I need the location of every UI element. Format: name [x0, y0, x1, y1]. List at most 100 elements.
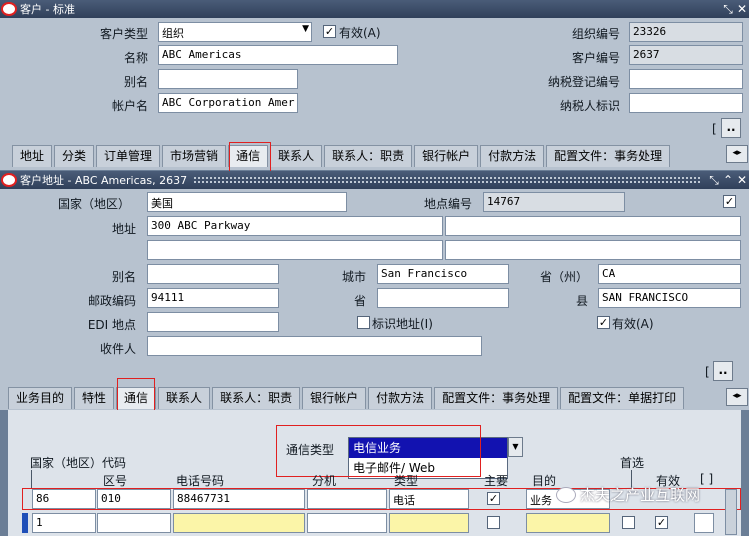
customer-window-titlebar[interactable]: 客户 - 标准 ⤡ ✕: [0, 0, 749, 18]
row2-purpose[interactable]: [526, 513, 610, 533]
close-icon-2[interactable]: ✕: [735, 173, 749, 187]
edi-label: EDI 地点: [87, 318, 136, 332]
org-number-field[interactable]: 23326: [629, 22, 743, 42]
tab-characteristics[interactable]: 特性: [74, 387, 115, 409]
tab-bank-accounts[interactable]: 银行帐户: [414, 145, 479, 167]
window-title: 客户 - 标准: [20, 3, 75, 16]
row2-phone[interactable]: [173, 513, 305, 533]
row2-preferred-checkbox[interactable]: [622, 516, 635, 529]
address-label: 地址: [111, 222, 136, 236]
row2-current-indicator: [22, 513, 28, 533]
row2-primary-checkbox[interactable]: [487, 516, 500, 529]
account-name-field[interactable]: ABC Corporation Amer: [158, 93, 298, 113]
postal-field[interactable]: 94111: [147, 288, 279, 308]
country-label: 国家（地区）: [57, 197, 130, 211]
tab-marketing[interactable]: 市场营销: [162, 145, 227, 167]
row2-active-checkbox[interactable]: ✓: [655, 516, 668, 529]
state-label: 省: [353, 294, 366, 308]
tab-address[interactable]: 地址: [12, 145, 53, 167]
watermark: 杰夫之产业互联网: [556, 484, 700, 505]
tab-payment-methods[interactable]: 付款方法: [480, 145, 545, 167]
province-label: 省（州）: [539, 270, 588, 284]
row2-country-code[interactable]: 1: [32, 513, 96, 533]
more-button-2[interactable]: ..: [713, 361, 733, 381]
tab-business-purpose[interactable]: 业务目的: [8, 387, 73, 409]
bracket-left-2: [: [705, 365, 710, 379]
tab-contact-roles-2[interactable]: 联系人：职责: [212, 387, 301, 409]
country-field[interactable]: 美国: [147, 192, 347, 212]
restore-icon[interactable]: ⤡: [721, 2, 735, 17]
vertical-scrollbar[interactable]: [725, 489, 737, 535]
wechat-icon: [556, 486, 576, 503]
tab-contact-roles[interactable]: 联系人：职责: [324, 145, 413, 167]
tab-profile-transactions-2[interactable]: 配置文件：事务处理: [434, 387, 559, 409]
tab-profile-document-print[interactable]: 配置文件：单据打印: [560, 387, 685, 409]
collapse-icon[interactable]: ⌃: [721, 173, 735, 187]
customer-type-value: 组织: [162, 27, 184, 40]
address-window-titlebar[interactable]: 客户地址 - ABC Americas, 2637 ⤡ ⌃ ✕: [0, 171, 749, 189]
chevron-down-icon[interactable]: ▼: [302, 24, 309, 34]
tab-classification[interactable]: 分类: [54, 145, 95, 167]
tab-contacts[interactable]: 联系人: [270, 145, 323, 167]
address-line2-field[interactable]: [445, 216, 741, 236]
customer-type-select[interactable]: 组织 ▼: [158, 22, 312, 42]
restore-icon-2[interactable]: ⤡: [707, 173, 721, 188]
titlebar-grip: [193, 176, 701, 184]
comm-type-chevron-icon[interactable]: ▼: [508, 437, 523, 457]
tab-contacts-2[interactable]: 联系人: [158, 387, 211, 409]
city-field[interactable]: San Francisco: [377, 264, 509, 284]
tab-scroll-icon-2[interactable]: ◂▸: [726, 388, 748, 406]
account-name-label: 帐户名: [111, 99, 148, 113]
col-phone: 电话号码: [176, 474, 225, 488]
recipient-field[interactable]: [147, 336, 482, 356]
active-checkbox[interactable]: ✓: [323, 25, 336, 38]
col-primary: 主要: [484, 474, 509, 488]
province-field[interactable]: CA: [598, 264, 741, 284]
taxpayer-id-label: 纳税人标识: [559, 99, 620, 113]
county-label: 县: [575, 294, 588, 308]
customer-number-field[interactable]: 2637: [629, 45, 743, 65]
alias-field[interactable]: [158, 69, 298, 89]
tab-order-management[interactable]: 订单管理: [96, 145, 161, 167]
watermark-text: 杰夫之产业互联网: [580, 486, 701, 504]
tab-bank-accounts-2[interactable]: 银行帐户: [302, 387, 367, 409]
county-field[interactable]: SAN FRANCISCO: [598, 288, 741, 308]
site-number-field[interactable]: 14767: [483, 192, 625, 212]
bracket-left: [: [712, 122, 717, 136]
name-field[interactable]: ABC Americas: [158, 45, 398, 65]
close-icon[interactable]: ✕: [735, 2, 749, 16]
address-active-label: 有效(A): [612, 317, 654, 331]
address-line4-field[interactable]: [445, 240, 741, 260]
row2-area-code[interactable]: [97, 513, 171, 533]
taxpayer-id-field[interactable]: [629, 93, 743, 113]
state-field[interactable]: [377, 288, 509, 308]
tab-scroll-icon[interactable]: ◂▸: [726, 145, 748, 163]
address-tabs: 业务目的 特性 通信 联系人 联系人：职责 银行帐户 付款方法 配置文件：事务处…: [8, 387, 686, 409]
more-button[interactable]: ..: [721, 118, 741, 138]
row2-extra-field[interactable]: [694, 513, 714, 533]
identify-address-checkbox[interactable]: [357, 316, 370, 329]
col-purpose: 目的: [532, 474, 557, 488]
col-bracket: [ ]: [700, 472, 714, 486]
header-divider-left: [31, 470, 32, 488]
tab-payment-methods-2[interactable]: 付款方法: [368, 387, 433, 409]
col-ext: 分机: [312, 474, 337, 488]
row2-ext[interactable]: [307, 513, 387, 533]
address-window-title: 客户地址 - ABC Americas, 2637: [20, 174, 188, 187]
tax-reg-field[interactable]: [629, 69, 743, 89]
site-checkbox[interactable]: ✓: [723, 195, 736, 208]
col-country-code: 国家（地区）代码: [30, 456, 127, 470]
alias-field-2[interactable]: [147, 264, 279, 284]
edi-field[interactable]: [147, 312, 279, 332]
customer-tabs: 地址 分类 订单管理 市场营销 通信 联系人 联系人：职责 银行帐户 付款方法 …: [12, 145, 672, 167]
org-number-label: 组织编号: [571, 27, 620, 41]
address-active-checkbox[interactable]: ✓: [597, 316, 610, 329]
customer-type-label: 客户类型: [99, 27, 148, 41]
alias-label-2: 别名: [111, 270, 136, 284]
tax-reg-label: 纳税登记编号: [547, 75, 620, 89]
tab-profile-transactions[interactable]: 配置文件：事务处理: [546, 145, 671, 167]
row2-type[interactable]: [389, 513, 469, 533]
address-line1-field[interactable]: 300 ABC Parkway: [147, 216, 443, 236]
address-panel: 国家（地区） 美国 地点编号 14767 ✓ 地址 300 ABC Parkwa…: [0, 189, 749, 416]
address-line3-field[interactable]: [147, 240, 443, 260]
